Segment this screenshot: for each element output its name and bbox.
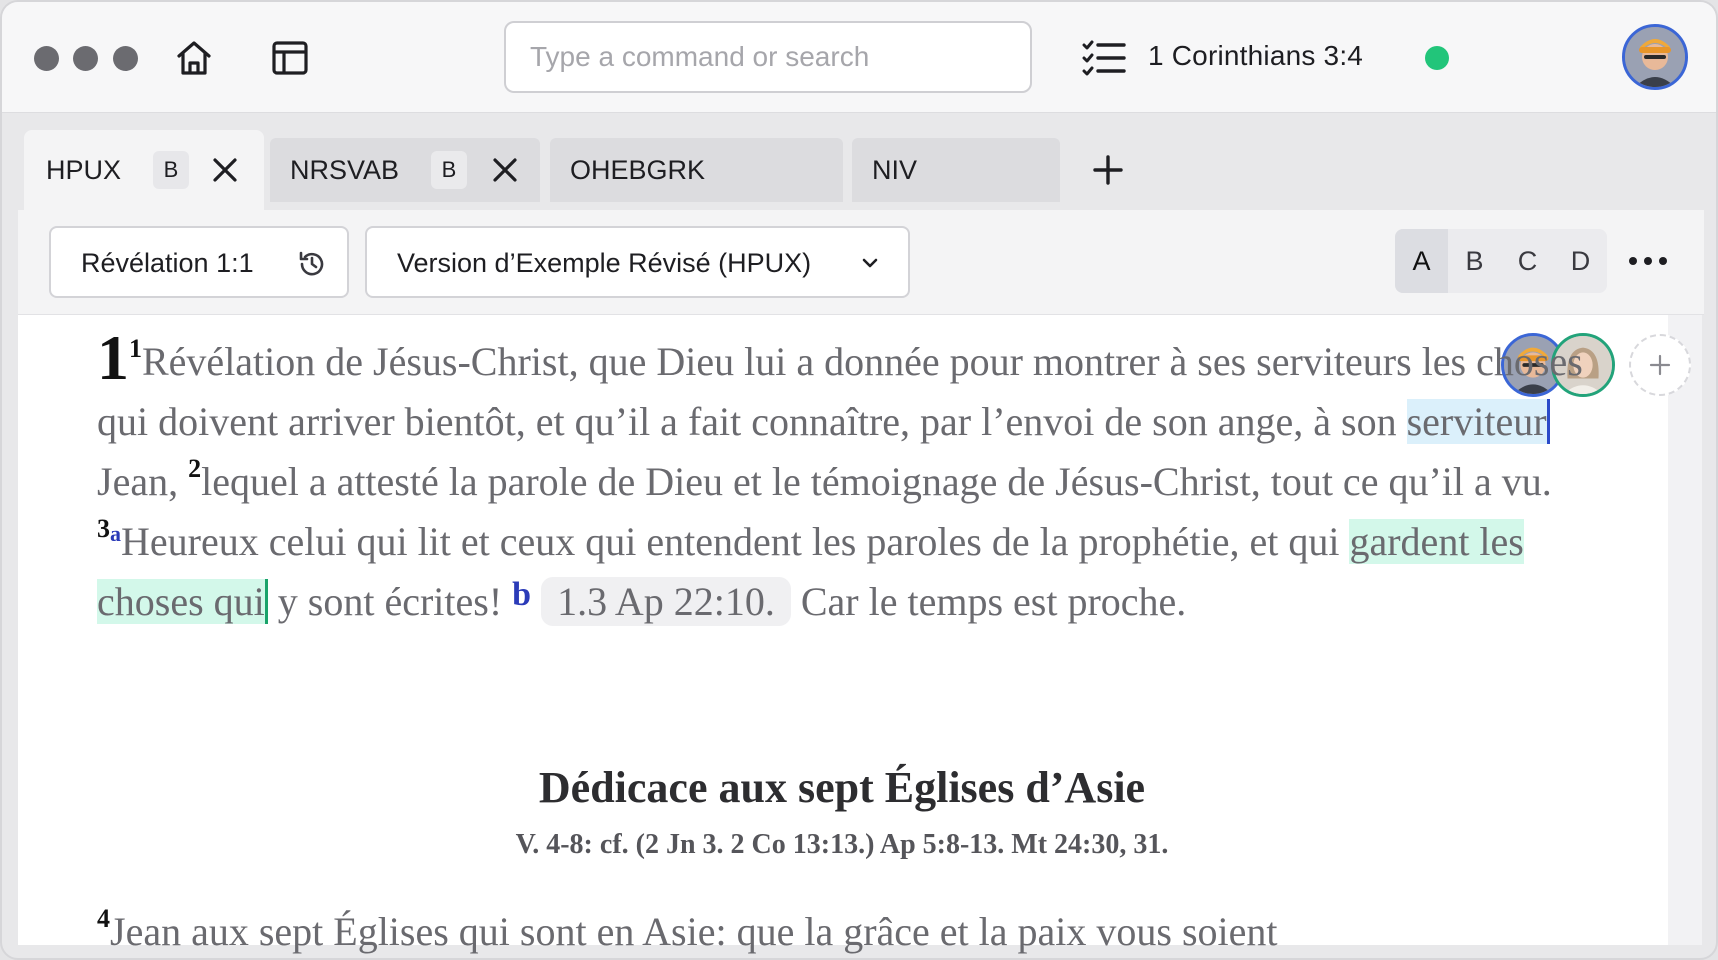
verse-number: 2 [188,454,202,483]
user-avatar-image [1625,27,1685,87]
segment-d[interactable]: D [1554,229,1607,293]
window-minimize-button[interactable] [73,46,98,71]
app-window: 1 Corinthians 3:4 HPUX B NRSVAB B [0,0,1718,960]
window-maximize-button[interactable] [113,46,138,71]
verse-number: 4 [97,904,110,933]
chapter-number: 1 [97,322,129,393]
current-reference-label[interactable]: 1 Corinthians 3:4 [1148,40,1363,72]
close-icon [493,158,517,182]
section-heading: Dédicace aux sept Églises d’Asie [538,763,1146,812]
tab-ohebgrk[interactable]: OHEBGRK [550,138,843,202]
plus-icon [1649,354,1671,376]
tab-niv[interactable]: NIV [852,138,1060,202]
segment-a[interactable]: A [1395,229,1448,293]
checklist-icon [1082,40,1126,76]
add-collaborator-button[interactable] [1629,334,1691,396]
verse-text: Car le temps est proche. [790,579,1187,624]
verse-text: Heureux celui qui lit et ceux qui entend… [121,519,1350,564]
verse-text: Jean aux sept Églises qui sont en Asie: … [110,909,1278,954]
tab-label: HPUX [46,154,122,185]
reading-list-button[interactable] [1080,34,1128,82]
highlighted-text-blue[interactable]: serviteur [1406,399,1550,444]
tab-label: NIV [872,154,918,185]
tab-nrsvab[interactable]: NRSVAB B [270,138,540,202]
history-icon [299,251,324,276]
close-icon [213,158,237,182]
segment-c[interactable]: C [1501,229,1554,293]
tab-label: NRSVAB [290,154,400,185]
more-options-button[interactable] [1624,242,1672,280]
sync-status-indicator [1425,46,1449,70]
add-tab-button[interactable] [1088,150,1128,190]
verse-text: lequel a attesté la parole de Dieu et le… [201,459,1552,504]
scrollbar[interactable] [1668,315,1702,945]
passage-text-continued[interactable]: 4Jean aux sept Églises qui sont en Asie:… [97,902,1617,958]
tab-badge: B [431,151,467,189]
window-close-button[interactable] [34,46,59,71]
tab-close-button[interactable] [210,155,240,185]
home-button[interactable] [170,34,218,82]
cross-reference-chip[interactable]: 1.3 Ap 22:10. [541,577,791,626]
more-horizontal-icon [1629,257,1667,265]
layout-segmented-control: A B C D [1395,229,1607,293]
footnote-marker[interactable]: a [110,521,121,546]
footnote-marker[interactable]: b [512,576,531,613]
plus-icon [1093,155,1123,185]
user-avatar[interactable] [1622,24,1688,90]
segment-b[interactable]: B [1448,229,1501,293]
verse-text: Révélation de Jésus-Christ, que Dieu lui… [97,339,1583,444]
verse-number: 1 [129,334,142,363]
home-icon [177,41,211,75]
passage-text[interactable]: 11Révélation de Jésus-Christ, que Dieu l… [97,326,1617,632]
verse-number: 3 [97,514,110,543]
chevron-down-icon [862,258,878,268]
verse-text: y sont écrites! [267,579,513,624]
verse-text: Jean, [97,459,189,504]
version-select[interactable]: Version d’Exemple Révisé (HPUX) [365,226,910,298]
tab-label: OHEBGRK [570,154,706,185]
section-cross-references: V. 4-8: cf. (2 Jn 3. 2 Co 13:13.) Ap 5:8… [515,829,1169,860]
title-bar: 1 Corinthians 3:4 [2,2,1716,113]
reference-button[interactable]: Révélation 1:1 [49,226,349,298]
tab-badge: B [153,151,189,189]
version-label: Version d’Exemple Révisé (HPUX) [397,248,812,278]
tab-close-button[interactable] [490,155,520,185]
layout-button[interactable] [266,34,314,82]
command-search-input[interactable] [504,21,1032,93]
tab-hpux[interactable]: HPUX B [24,130,264,210]
layout-icon [272,41,308,75]
reference-label: Révélation 1:1 [81,248,254,278]
